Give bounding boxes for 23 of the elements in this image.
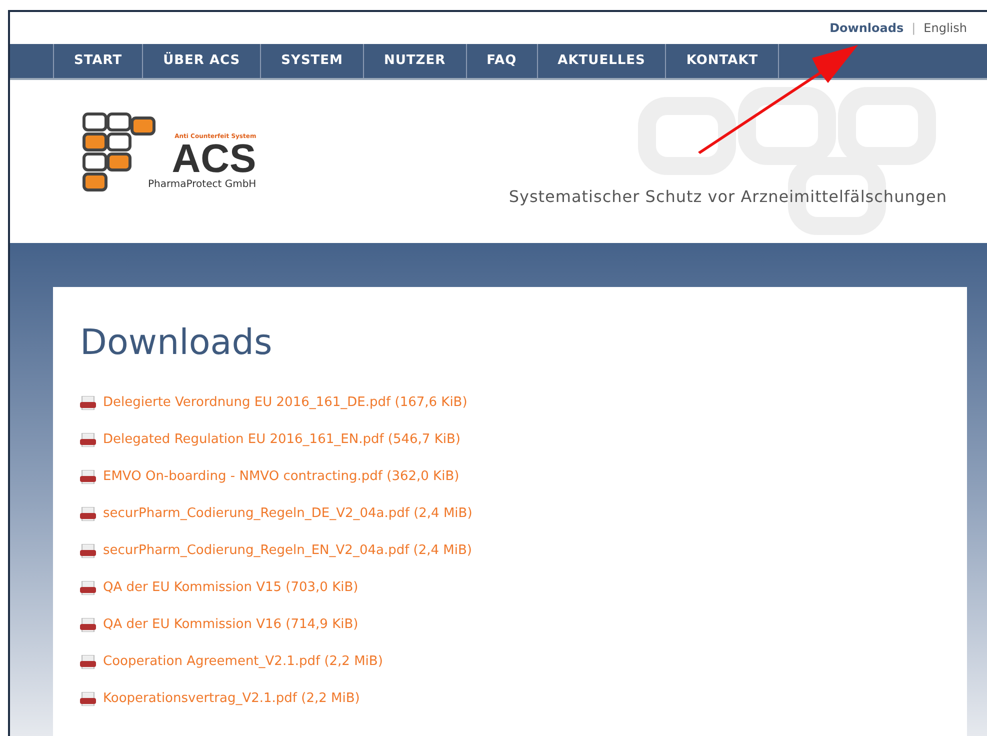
nav-item[interactable]: START	[53, 44, 142, 78]
pdf-file-icon	[80, 470, 96, 484]
separator: |	[912, 20, 916, 37]
pdf-file-icon	[80, 544, 96, 558]
pdf-file-icon	[80, 692, 96, 706]
nav-item[interactable]: KONTAKT	[665, 44, 780, 78]
logo-company: PharmaProtect GmbH	[148, 178, 256, 192]
nav-item[interactable]: FAQ	[466, 44, 537, 78]
pdf-file-icon	[80, 655, 96, 669]
pdf-file-icon	[80, 507, 96, 521]
pdf-file-icon	[80, 396, 96, 410]
nav-item[interactable]: SYSTEM	[260, 44, 363, 78]
page-heading: Downloads	[80, 322, 274, 365]
slogan: Systematischer Schutz vor Arzneimittelfälschungen	[508, 186, 947, 208]
top-link[interactable]: English	[924, 19, 967, 37]
pdf-file-icon	[80, 618, 96, 632]
pdf-file-icon	[80, 581, 96, 595]
top-link[interactable]: Downloads	[830, 19, 904, 37]
nav-item[interactable]: NUTZER	[363, 44, 466, 78]
logo-name: ACS	[172, 141, 256, 177]
nav-item[interactable]: ÜBER ACS	[142, 44, 260, 78]
pdf-file-icon	[80, 433, 96, 447]
nav-item[interactable]: AKTUELLES	[536, 44, 666, 78]
